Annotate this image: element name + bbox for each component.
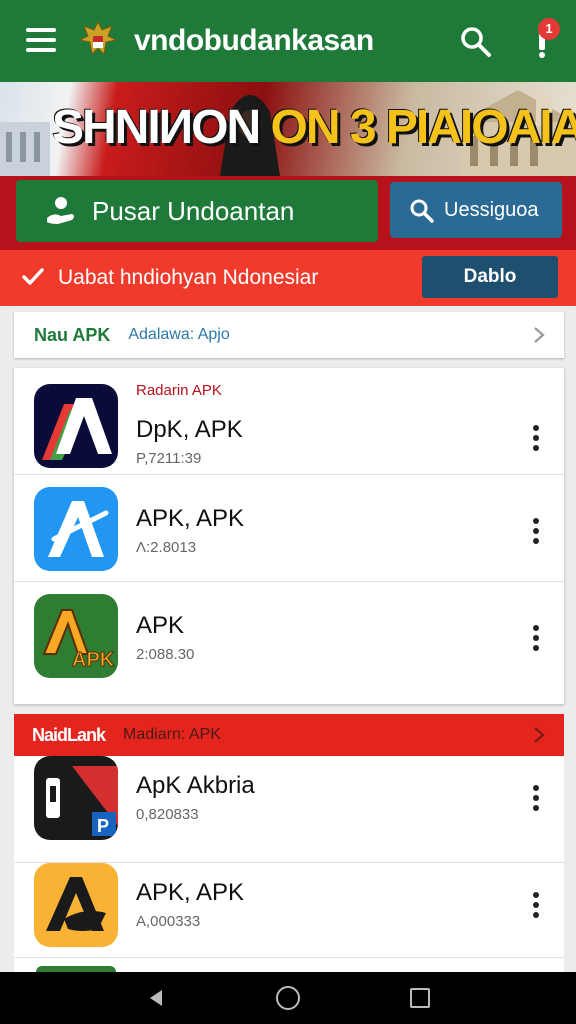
banner-headline: SHNIИON ON 3 PIAIOAIA	[52, 101, 576, 154]
primary-action-label: Pusar Undoantan	[92, 195, 295, 226]
building-left-icon	[0, 122, 50, 176]
more-vert-icon[interactable]	[532, 517, 540, 545]
search-icon[interactable]	[458, 24, 492, 58]
back-icon[interactable]	[146, 988, 166, 1008]
primary-action-button[interactable]: Pusar Undoantan	[16, 180, 378, 242]
app-version: Λ:2.8013	[136, 539, 197, 556]
app-name: ApK Akbria	[136, 772, 255, 799]
app-icon	[34, 863, 118, 947]
search-icon	[410, 199, 434, 223]
more-vert-icon[interactable]	[532, 624, 540, 652]
section-header-new-apk[interactable]: Nau APK Adalawa: Apjo	[14, 312, 564, 358]
list-item[interactable]: APK APK 2:088.30	[14, 582, 564, 689]
app-version: A,000333	[136, 913, 201, 930]
app-name: APK	[136, 612, 185, 639]
app-name: APK, APK	[136, 879, 245, 906]
promo-banner[interactable]: SHNIИON ON 3 PIAIOAIA	[0, 82, 576, 176]
app-version: 0,820833	[136, 806, 199, 823]
list-item[interactable]: Radarin APK DpK, APK P,7211:39	[14, 368, 564, 475]
section-subtitle: Adalawa: Apjo	[128, 326, 230, 343]
home-icon[interactable]	[276, 986, 300, 1010]
app-version: P,7211:39	[136, 450, 202, 467]
search-button[interactable]: Uessiguoa	[390, 182, 562, 238]
app-icon: APK	[34, 594, 118, 678]
more-vert-icon[interactable]	[532, 891, 540, 919]
app-name: APK, APK	[136, 505, 245, 532]
list-item[interactable]	[14, 958, 564, 972]
garuda-emblem-icon	[78, 20, 118, 56]
more-vert-icon[interactable]	[532, 424, 540, 452]
app-list-card: P ApK Akbria 0,820833 APK, APK A,000333	[14, 756, 564, 972]
app-icon	[34, 487, 118, 571]
app-icon	[34, 384, 118, 468]
list-item[interactable]: P ApK Akbria 0,820833	[14, 756, 564, 863]
menu-icon[interactable]	[26, 28, 56, 52]
app-list-card: Radarin APK DpK, APK P,7211:39 APK, APK …	[14, 368, 564, 704]
app-name: DpK, APK	[136, 416, 243, 443]
app-title: vndobudankasan	[134, 24, 374, 57]
section-header-popular[interactable]: NaidLank Madiarn: APK	[14, 714, 564, 756]
app-tag: Radarin APK	[136, 382, 222, 399]
section-subtitle: Madiarn: APK	[123, 726, 221, 743]
action-row: Pusar Undoantan Uessiguoa	[0, 176, 576, 250]
list-item[interactable]: APK, APK Λ:2.8013	[14, 475, 564, 582]
top-app-bar: vndobudankasan 1	[0, 0, 576, 82]
notice-bar: Uabat hndiohyan Ndonesiar Dablo	[0, 250, 576, 306]
app-icon: P	[34, 756, 118, 840]
section-title: NaidLank	[32, 724, 106, 745]
more-vert-icon[interactable]	[532, 784, 540, 812]
chevron-right-icon	[534, 727, 545, 743]
notification-badge: 1	[538, 18, 560, 40]
svg-text:P: P	[97, 816, 109, 836]
chevron-right-icon	[534, 327, 545, 343]
app-version: 2:088.30	[136, 646, 195, 663]
search-button-label: Uessiguoa	[444, 198, 539, 221]
list-item[interactable]: APK, APK A,000333	[14, 851, 564, 958]
user-hand-icon	[47, 197, 74, 224]
section-title: Nau APK	[34, 324, 111, 345]
system-nav-bar	[0, 972, 576, 1024]
check-icon	[22, 268, 44, 285]
svg-text:APK: APK	[72, 649, 115, 671]
notice-button[interactable]: Dablo	[422, 256, 558, 298]
recents-icon[interactable]	[410, 988, 430, 1008]
notice-text: Uabat hndiohyan Ndonesiar	[58, 266, 319, 289]
